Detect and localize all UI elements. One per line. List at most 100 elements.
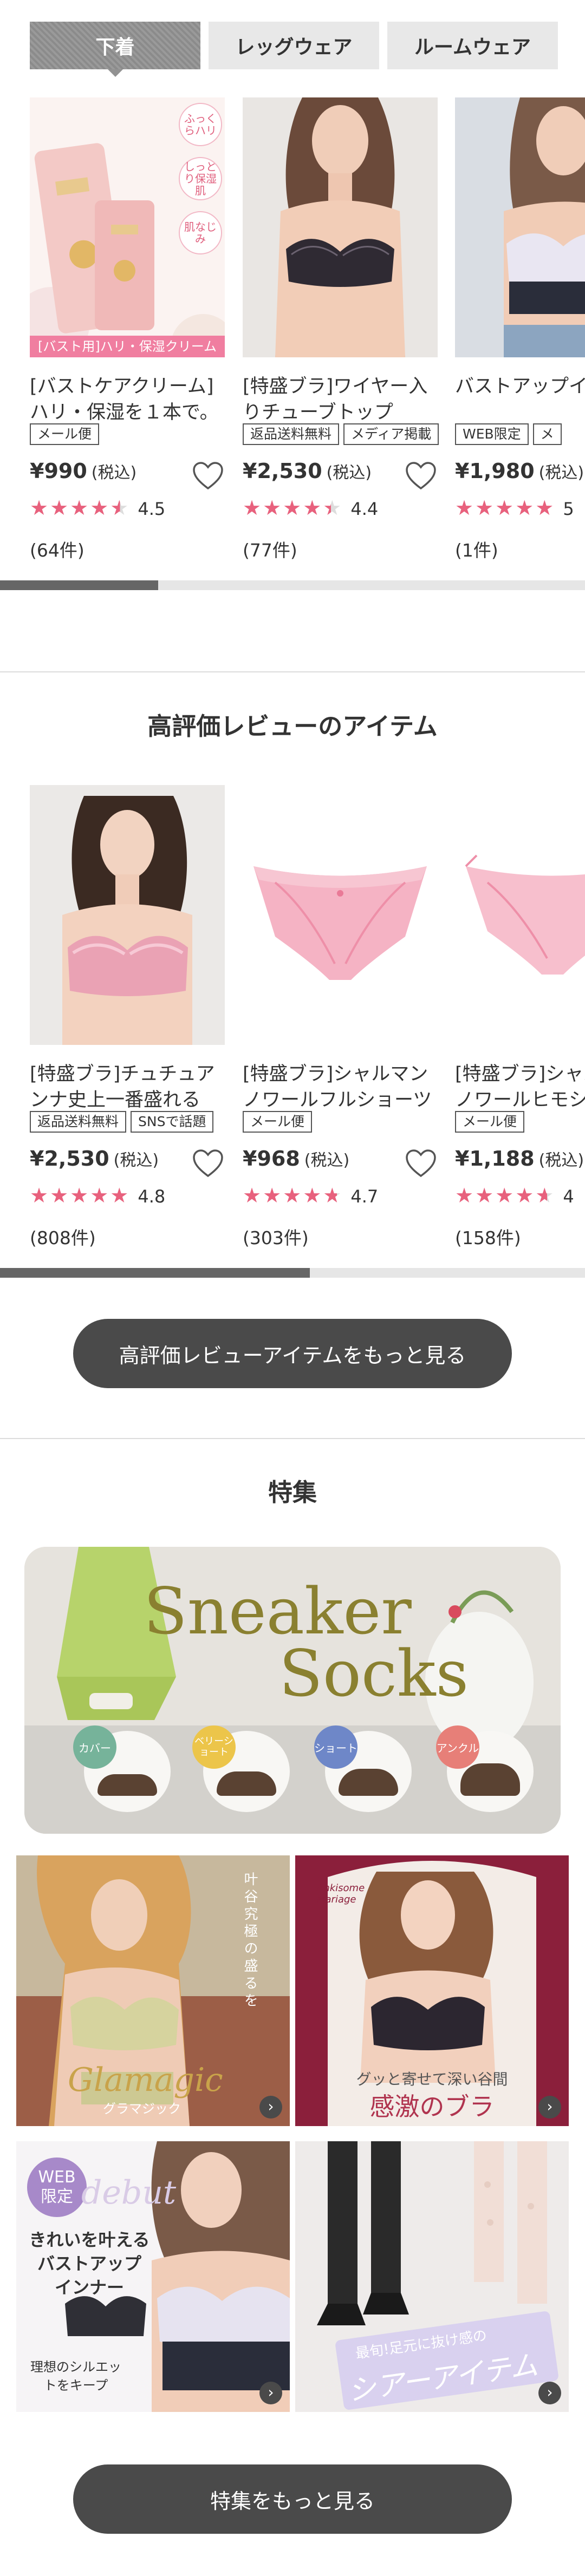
more-features-button[interactable]: 特集をもっと見る (73, 2464, 512, 2534)
favorite-heart-icon[interactable] (405, 1149, 437, 1178)
product-card[interactable]: [特盛ブラ]ワイヤー入りチューブトップ 返品送料無料 メディア掲載 ¥2,530(… (243, 97, 439, 579)
scrollbar-thumb[interactable] (0, 580, 158, 590)
product-name[interactable]: [特盛ブラ]シャルマンノワールフルショーツ (243, 1061, 438, 1113)
review-scrollbar[interactable] (0, 1268, 585, 1278)
sneaker-socks-banner[interactable]: Sneaker Socks カバー ベリーショート ショート アンクル (24, 1547, 561, 1834)
product-card[interactable]: ふっくらハリ しっとり保湿肌 肌なじみ [バスト用]ハリ・保湿クリーム [バスト… (30, 97, 225, 579)
tag-list: 返品送料無料 メディア掲載 (243, 423, 443, 447)
ranking-carousel[interactable]: ふっくらハリ しっとり保湿肌 肌なじみ [バスト用]ハリ・保湿クリーム [バスト… (0, 97, 585, 579)
tag: 返品送料無料 (30, 1111, 127, 1133)
product-name[interactable]: バストアップイン (455, 374, 585, 426)
price: ¥1,980 (455, 459, 535, 483)
price-row: ¥2,530 (税込) (30, 1147, 159, 1174)
rating-score: 4.4 (350, 499, 379, 519)
tab-underwear[interactable]: 下着 (30, 22, 200, 77)
product-name[interactable]: [特盛ブラ]ワイヤー入りチューブトップ (243, 374, 438, 426)
tag-list: メール便 (455, 1111, 529, 1135)
tax-label: (税込) (113, 1151, 159, 1170)
review-count: (303件) (243, 1227, 309, 1248)
price-row: ¥1,188 (税込) (455, 1147, 584, 1174)
chevron-right-icon: › (259, 2096, 282, 2119)
tax-label: (税込) (304, 1151, 350, 1170)
price: ¥968 (243, 1147, 300, 1171)
product-image[interactable] (243, 785, 438, 1045)
product-image[interactable]: ふっくらハリ しっとり保湿肌 肌なじみ [バスト用]ハリ・保湿クリーム (30, 97, 225, 357)
tag: メール便 (243, 1111, 313, 1133)
banner-subtitle: グラマジック (103, 2101, 181, 2116)
product-card[interactable]: [特盛ブラ]シャルマンノワールヒモショーツ メール便 ¥1,188(税込) ★★… (455, 785, 585, 1267)
ranking-scrollbar[interactable] (0, 580, 585, 590)
tab-legwear[interactable]: レッグウェア (209, 22, 379, 69)
favorite-heart-icon[interactable] (405, 461, 437, 491)
sheer-items-banner[interactable]: 最旬!足元に抜け感の シアーアイテム › (295, 2141, 569, 2412)
rating-row: ★★★★★ 4 (455, 1184, 574, 1211)
review-carousel[interactable]: [特盛ブラ]チュチュアンナ史上一番盛れる … 返品送料無料SNSで話題 ¥2,5… (0, 785, 585, 1267)
product-name[interactable]: [特盛ブラ]シャルマンノワールヒモショーツ (455, 1061, 585, 1113)
active-tab-indicator (107, 69, 123, 77)
banner-subtitle: 理想のシルエットをキープ (30, 2359, 121, 2393)
price: ¥2,530 (243, 459, 322, 483)
product-image[interactable] (455, 785, 585, 1045)
rating-row: ★★★★★ 4.5 (30, 496, 165, 523)
star-rating-icon: ★★★★★ (243, 1184, 343, 1207)
tag: WEB限定 (455, 423, 529, 445)
tab-label: ルームウェア (414, 36, 531, 58)
review-count: (64件) (30, 540, 84, 561)
banner-title: Socks (279, 1636, 469, 1711)
review-count: (158件) (455, 1227, 521, 1248)
bustup-inner-banner[interactable]: WEB限定 debut きれいを叶える バストアップ インナー 理想のシルエット… (16, 2141, 290, 2412)
tag: メール便 (30, 423, 100, 445)
price-row: ¥968 (税込) (243, 1147, 349, 1174)
benefit-badge: ふっくらハリ (179, 103, 222, 146)
banner-title: きれいを叶える バストアップ インナー (29, 2230, 150, 2298)
tab-label: レッグウェア (235, 36, 353, 58)
banner-side-text: 叶谷究極の盛るを (242, 1872, 258, 2010)
favorite-heart-icon[interactable] (192, 1149, 224, 1178)
scrollbar-thumb[interactable] (0, 1268, 310, 1278)
glamagic-banner[interactable]: 叶谷究極の盛るを Glamagic グラマジック › (16, 1855, 290, 2126)
image-caption: [バスト用]ハリ・保湿クリーム (30, 336, 225, 357)
rating-row: ★★★★★ 4.4 (243, 496, 378, 523)
bra-banner[interactable]: Ankisome Mariage グッと寄せて深い谷間 感激のブラ › (295, 1855, 569, 2126)
product-name[interactable]: [バストケアクリーム]ハリ・保湿を１本で。理… (30, 374, 225, 426)
tab-roomwear[interactable]: ルームウェア (387, 22, 558, 69)
product-card[interactable]: バストアップイン WEB限定メ ¥1,980(税込) ★★★★★ 5 (1件) (455, 97, 585, 579)
product-image[interactable] (455, 97, 585, 357)
rating-score: 4.7 (350, 1186, 379, 1207)
tax-label: (税込) (538, 463, 584, 482)
web-limited-badge: WEB限定 (27, 2157, 87, 2217)
product-name[interactable]: [特盛ブラ]チュチュアンナ史上一番盛れる … (30, 1061, 225, 1113)
banner-title: Glamagic (68, 2061, 223, 2099)
section-title: 特集 (268, 1478, 317, 1507)
tag-list: メール便 (243, 1111, 316, 1135)
rating-row: ★★★★★ 5 (455, 496, 574, 523)
sock-type-very-short: ベリーショート (192, 1725, 290, 1812)
product-card[interactable]: [特盛ブラ]シャルマンノワールフルショーツ メール便 ¥968 (税込) ★★★★… (243, 785, 438, 1267)
more-review-items-button[interactable]: 高評価レビューアイテムをもっと見る (73, 1319, 512, 1388)
tab-label: 下着 (95, 36, 135, 58)
banner-side-text: Ankisome Mariage (317, 1882, 365, 1905)
product-card[interactable]: [特盛ブラ]チュチュアンナ史上一番盛れる … 返品送料無料SNSで話題 ¥2,5… (30, 785, 225, 1267)
banner-script-text: debut (81, 2174, 177, 2212)
section-divider (0, 671, 585, 672)
banner-subtitle: グッと寄せて深い谷間 (356, 2070, 508, 2088)
tax-label: (税込) (326, 463, 372, 482)
banner-title: 感激のブラ (369, 2092, 495, 2121)
chevron-right-icon: › (538, 2096, 561, 2119)
favorite-heart-icon[interactable] (192, 461, 224, 491)
product-image[interactable] (243, 97, 438, 357)
rating-row: ★★★★★ 4.8 (30, 1184, 165, 1211)
product-image[interactable] (30, 785, 225, 1045)
price-row: ¥990 (税込) (30, 459, 136, 486)
benefit-badge: しっとり保湿肌 (179, 157, 222, 200)
price: ¥2,530 (30, 1147, 109, 1171)
tag: メディア掲載 (343, 423, 439, 445)
rating-score: 4.5 (138, 499, 166, 519)
sock-type-cover: カバー (73, 1725, 171, 1812)
tag: メ (532, 423, 562, 445)
review-count: (77件) (243, 540, 297, 561)
tag: 返品送料無料 (243, 423, 340, 445)
tag: SNSで話題 (131, 1111, 214, 1133)
tag-list: メール便 (30, 423, 103, 447)
rating-score: 5 (563, 499, 574, 519)
